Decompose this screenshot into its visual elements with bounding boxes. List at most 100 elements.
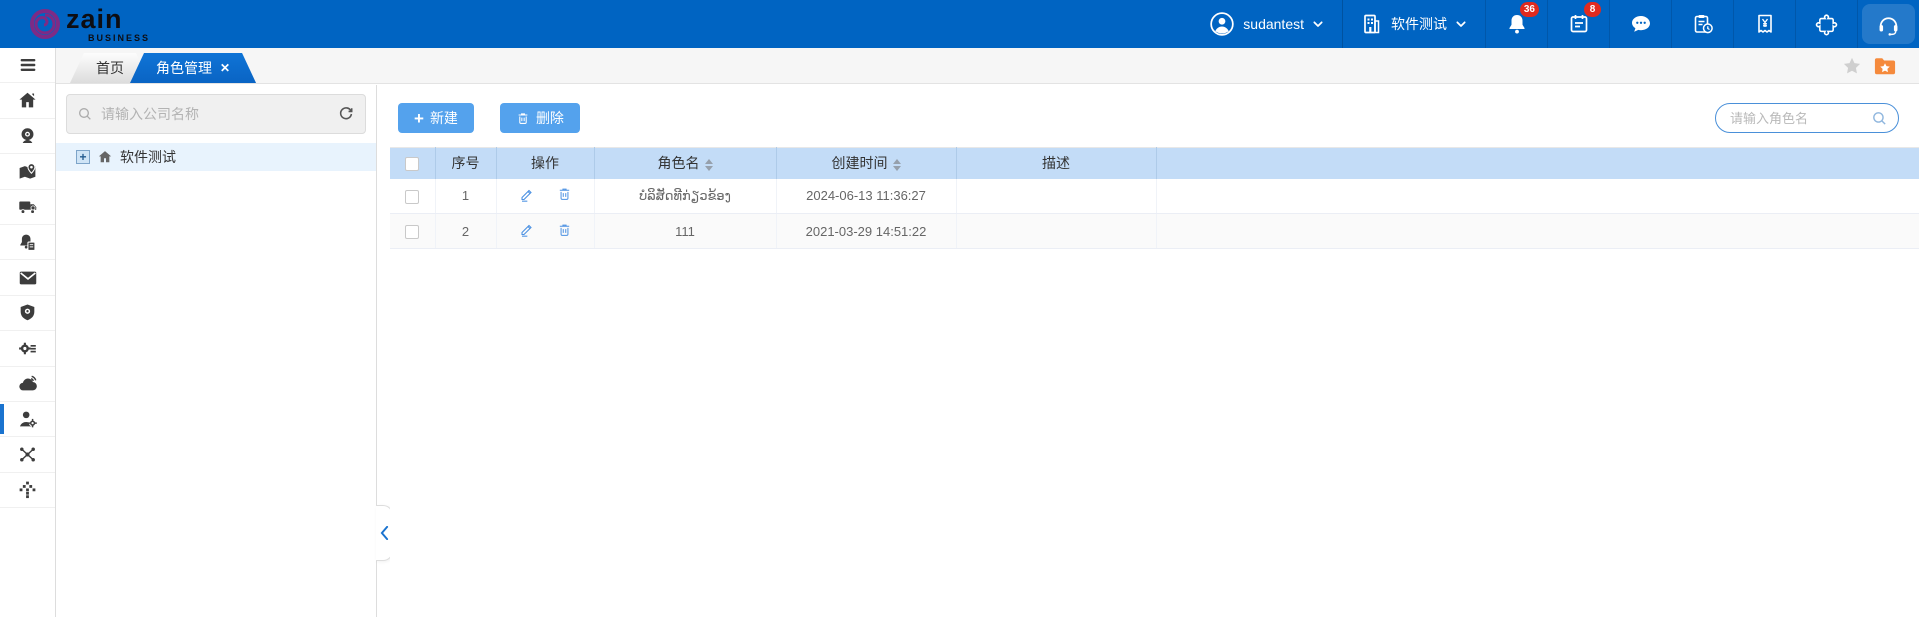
building-icon [1359, 12, 1383, 36]
calendar-button[interactable]: 8 [1547, 0, 1609, 48]
headset-icon [1876, 12, 1901, 37]
notifications-badge: 36 [1520, 2, 1539, 17]
header-description: 描述 [956, 148, 1156, 179]
brand-name: zain [66, 6, 150, 33]
close-icon[interactable]: ✕ [220, 53, 230, 83]
delete-icon[interactable] [557, 222, 572, 238]
sidebar-item-vehicles[interactable] [0, 190, 55, 225]
cell-description [956, 179, 1156, 214]
new-button-label: 新建 [430, 108, 458, 128]
row-checkbox[interactable] [405, 225, 419, 239]
username: sudantest [1243, 16, 1304, 32]
sidebar-item-alert-reports[interactable] [0, 225, 55, 260]
cell-created-time: 2024-06-13 11:36:27 [776, 179, 956, 214]
role-search-box [1715, 103, 1899, 133]
cell-no: 1 [435, 179, 496, 214]
new-role-button[interactable]: + 新建 [398, 103, 474, 133]
sidebar-item-iot[interactable] [0, 367, 55, 402]
search-icon [77, 106, 93, 122]
sort-icon[interactable] [705, 159, 713, 171]
mail-icon [17, 267, 39, 289]
company-name: 软件测试 [1391, 14, 1447, 34]
header-role-label: 角色名 [658, 155, 700, 171]
sidebar-item-security[interactable] [0, 296, 55, 331]
header-created-label: 创建时间 [832, 155, 888, 171]
table-row: 1 ບໍລິສັດທີກ່ຽວຂ້ອງ [390, 179, 1919, 214]
select-all-checkbox[interactable] [405, 157, 419, 171]
company-menu[interactable]: 软件测试 [1343, 0, 1485, 48]
edit-icon[interactable] [519, 186, 535, 203]
network-nodes-icon [17, 444, 38, 465]
support-button[interactable] [1857, 0, 1919, 48]
sidebar-item-network[interactable] [0, 437, 55, 472]
header-role-name[interactable]: 角色名 [594, 148, 776, 179]
expand-plus-icon[interactable]: + [76, 150, 90, 164]
roles-table: 序号 操作 角色名 创建时间 描述 1 [390, 147, 1919, 249]
sidebar-item-home[interactable] [0, 83, 55, 118]
camera-icon [17, 125, 38, 146]
report-clock-icon [1691, 12, 1715, 36]
tree-node-company[interactable]: + 软件测试 [56, 143, 376, 171]
cloud-signal-icon [17, 373, 39, 395]
report-schedule-button[interactable] [1671, 0, 1733, 48]
modules-icon [17, 479, 38, 500]
role-search-input[interactable] [1730, 111, 1871, 126]
plugins-button[interactable] [1795, 0, 1857, 48]
side-rail [0, 48, 56, 617]
tab-home-label: 首页 [96, 60, 124, 76]
trash-icon [516, 111, 530, 126]
header-no: 序号 [435, 148, 496, 179]
messages-button[interactable] [1609, 0, 1671, 48]
toolbar: + 新建 删除 [390, 85, 1919, 147]
shield-icon [17, 302, 38, 323]
header-filler [1156, 148, 1919, 179]
company-home-icon [97, 149, 113, 165]
calendar-badge: 8 [1584, 2, 1601, 17]
sidebar-item-mail[interactable] [0, 260, 55, 295]
receipt-yen-icon [1753, 12, 1777, 36]
zain-logo: zain BUSINESS [28, 6, 150, 43]
company-search-input[interactable] [101, 106, 329, 122]
delete-icon[interactable] [557, 186, 572, 202]
user-settings-icon [17, 408, 39, 430]
billing-button[interactable] [1733, 0, 1795, 48]
notifications-button[interactable]: 36 [1485, 0, 1547, 48]
zain-swirl-icon [28, 7, 62, 41]
sidebar-item-menu[interactable] [0, 48, 55, 83]
row-checkbox[interactable] [405, 190, 419, 204]
table-row: 2 111 2021-03-29 [390, 214, 1919, 249]
avatar-icon [1209, 11, 1235, 37]
delete-role-button[interactable]: 删除 [500, 103, 580, 133]
sidebar-item-tracking[interactable] [0, 154, 55, 189]
user-menu[interactable]: sudantest [1193, 0, 1342, 48]
sidebar-item-settings[interactable] [0, 331, 55, 366]
delete-button-label: 删除 [536, 108, 564, 128]
topbar: zain BUSINESS sudantest 软件测 [0, 0, 1919, 48]
sort-icon[interactable] [893, 159, 901, 171]
company-tree-panel: + 软件测试 [56, 85, 377, 617]
truck-icon [17, 196, 39, 218]
sidebar-item-modules[interactable] [0, 473, 55, 508]
search-icon[interactable] [1871, 110, 1888, 127]
cell-description [956, 214, 1156, 249]
chevron-left-icon [380, 526, 389, 540]
sidebar-item-monitoring[interactable] [0, 119, 55, 154]
cell-created-time: 2021-03-29 14:51:22 [776, 214, 956, 249]
chevron-down-icon [1310, 16, 1326, 32]
header-checkbox-cell [390, 148, 435, 179]
cell-role-name: ບໍລິສັດທີກ່ຽວຂ້ອງ [594, 179, 776, 214]
cell-role-name: 111 [594, 214, 776, 249]
edit-icon[interactable] [519, 221, 535, 238]
table-header-row: 序号 操作 角色名 创建时间 描述 [390, 148, 1919, 179]
favorite-star-icon[interactable] [1841, 55, 1863, 77]
refresh-icon[interactable] [337, 105, 355, 123]
tab-role-management[interactable]: 角色管理 ✕ [130, 53, 256, 83]
sidebar-item-user-roles[interactable] [0, 402, 55, 437]
map-location-icon [17, 161, 38, 182]
cell-no: 2 [435, 214, 496, 249]
favorites-folder-icon[interactable] [1873, 55, 1897, 77]
tree-node-label: 软件测试 [120, 147, 176, 167]
home-icon [17, 90, 38, 111]
menu-icon [17, 54, 39, 76]
header-created-time[interactable]: 创建时间 [776, 148, 956, 179]
